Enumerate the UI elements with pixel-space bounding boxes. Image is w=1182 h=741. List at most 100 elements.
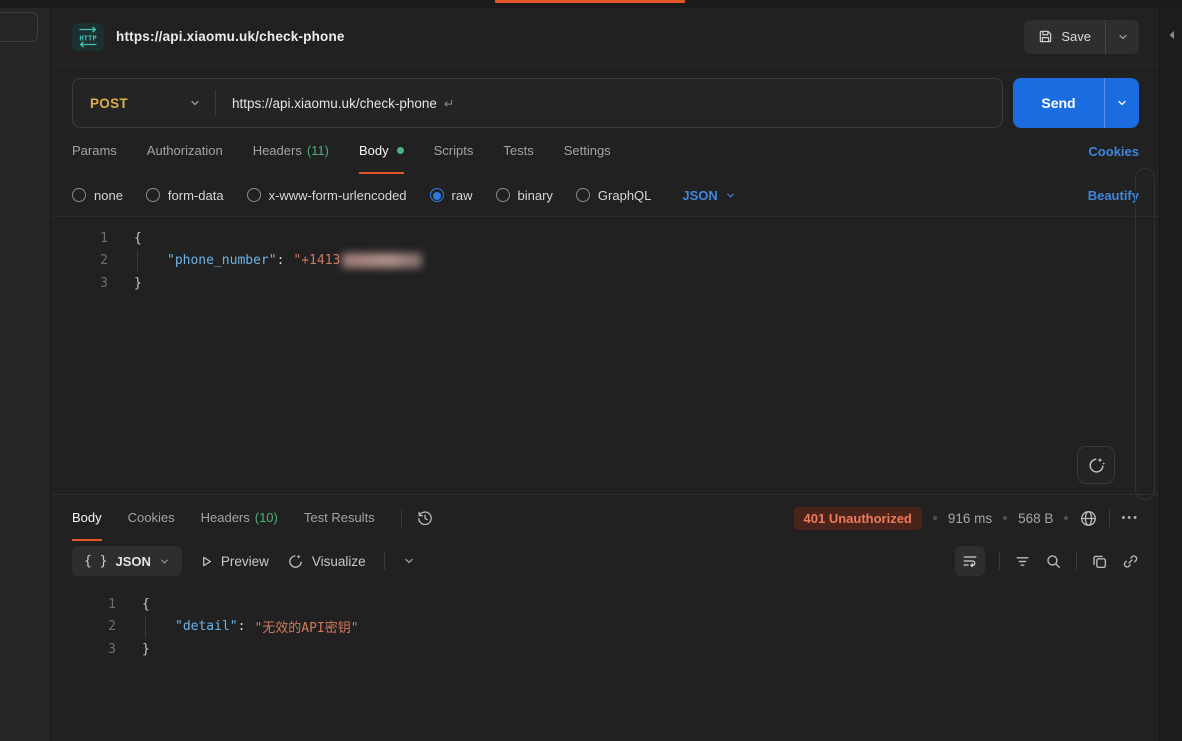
divider [1076,552,1077,570]
response-tab-cookies[interactable]: Cookies [128,495,175,541]
response-size[interactable]: 568 B [1018,511,1053,526]
divider [384,552,385,570]
method-label: POST [90,96,128,111]
format-caret-icon [159,556,170,567]
toolbar-caret-icon[interactable] [403,555,415,567]
radio-icon-selected [430,188,444,202]
line-number: 1 [52,231,108,246]
radio-icon [576,188,590,202]
code-line: 3 } [52,638,1159,661]
response-toolbar: { } JSON Preview Visualize [52,541,1159,581]
response-tab-body[interactable]: Body [72,495,102,541]
line-number: 1 [52,597,116,612]
response-body-editor[interactable]: 1 { 2 "detail":"无效的API密钥" 3 } [52,581,1159,741]
request-url-row: POST https://api.xiaomu.uk/check-phone ↵… [72,78,1139,128]
main-workspace: HTTP https://api.xiaomu.uk/check-phone S… [52,8,1159,741]
response-tab-headers[interactable]: Headers(10) [201,495,278,541]
indent-guide [145,616,146,638]
code-line: 1 { [52,227,1159,250]
method-caret-icon [189,97,201,109]
right-sidebar-rail [1159,8,1182,741]
braces-icon: { } [84,554,107,569]
format-caret-icon [725,190,736,201]
tab-tests[interactable]: Tests [503,128,533,174]
raw-format-select[interactable]: JSON [682,188,735,203]
network-globe-icon[interactable] [1079,509,1098,528]
tab-scripts[interactable]: Scripts [434,128,474,174]
editor-scrollbar[interactable] [1135,168,1155,500]
url-input-box: POST https://api.xiaomu.uk/check-phone ↵ [72,78,1003,128]
postbot-ai-button[interactable] [1077,446,1115,484]
redacted-phone-number [342,253,422,268]
tab-settings[interactable]: Settings [564,128,611,174]
collapse-panel-arrow-icon[interactable] [1167,30,1176,40]
response-tabs: Body Cookies Headers(10) Test Results [52,495,1159,541]
search-icon[interactable] [1045,553,1062,570]
tab-headers[interactable]: Headers(11) [253,128,329,174]
mode-none[interactable]: none [72,188,123,203]
preview-button[interactable]: Preview [200,554,269,569]
api-client-window: HTTP https://api.xiaomu.uk/check-phone S… [0,0,1182,741]
mode-raw[interactable]: raw [430,188,473,203]
filter-icon[interactable] [1014,553,1031,570]
request-tabs: Params Authorization Headers(11) Body Sc… [52,128,1159,174]
response-format-select[interactable]: { } JSON [72,546,182,576]
status-badge[interactable]: 401 Unauthorized [794,507,922,530]
mode-x-www-form-urlencoded[interactable]: x-www-form-urlencoded [247,188,407,203]
tab-body[interactable]: Body [359,128,404,174]
enter-hint: ↵ [444,96,454,111]
request-body-editor[interactable]: 1 { 2 "phone_number":"+1413 3 } [52,216,1159,494]
code-line: 1 { [52,593,1159,616]
headers-count: (11) [307,143,329,158]
mode-binary[interactable]: binary [496,188,553,203]
response-toolbar-icons [955,546,1139,576]
body-modified-dot [397,147,404,154]
response-meta: 401 Unauthorized 916 ms 568 B ••• [794,495,1139,541]
save-button[interactable]: Save [1024,20,1105,54]
divider [401,509,402,527]
sidebar-collapsed-item[interactable] [0,12,38,42]
wrap-text-icon [962,553,978,569]
request-header-bar: HTTP https://api.xiaomu.uk/check-phone S… [52,8,1159,66]
code-line: 3 } [52,272,1159,295]
response-tab-test-results[interactable]: Test Results [304,495,375,541]
url-divider [215,90,216,116]
send-options-caret[interactable] [1104,78,1139,128]
code-line: 2 "phone_number":"+1413 [52,250,1159,273]
divider [999,552,1000,570]
line-number: 3 [52,642,116,657]
save-options-caret[interactable] [1105,20,1139,54]
dot-separator [1064,516,1068,520]
cookies-link[interactable]: Cookies [1088,144,1139,159]
copy-icon[interactable] [1091,553,1108,570]
line-number: 2 [52,253,108,268]
tab-authorization[interactable]: Authorization [147,128,223,174]
visualize-button[interactable]: Visualize [287,553,366,570]
response-time[interactable]: 916 ms [948,511,992,526]
line-number: 3 [52,276,108,291]
beautify-link[interactable]: Beautify [1088,188,1139,203]
save-icon [1038,29,1053,44]
divider [1109,509,1110,527]
mode-form-data[interactable]: form-data [146,188,224,203]
radio-icon [146,188,160,202]
indent-guide [137,250,138,272]
wrap-text-button[interactable] [955,546,985,576]
url-input[interactable]: https://api.xiaomu.uk/check-phone [232,96,437,111]
radio-icon [72,188,86,202]
active-tab-indicator [495,0,685,3]
method-selector[interactable]: POST [73,96,215,111]
more-options-button[interactable]: ••• [1121,512,1139,524]
tab-params[interactable]: Params [72,128,117,174]
send-button-group: Send [1013,78,1139,128]
response-panel: Body Cookies Headers(10) Test Results [52,494,1159,741]
response-history-icon[interactable] [416,509,434,527]
save-button-group: Save [1024,20,1139,54]
send-button[interactable]: Send [1013,78,1104,128]
sparkle-circle-icon [1087,456,1106,475]
radio-icon [496,188,510,202]
body-mode-row: none form-data x-www-form-urlencoded raw… [52,174,1159,216]
svg-text:HTTP: HTTP [79,33,97,42]
mode-graphql[interactable]: GraphQL [576,188,651,203]
link-icon[interactable] [1122,553,1139,570]
